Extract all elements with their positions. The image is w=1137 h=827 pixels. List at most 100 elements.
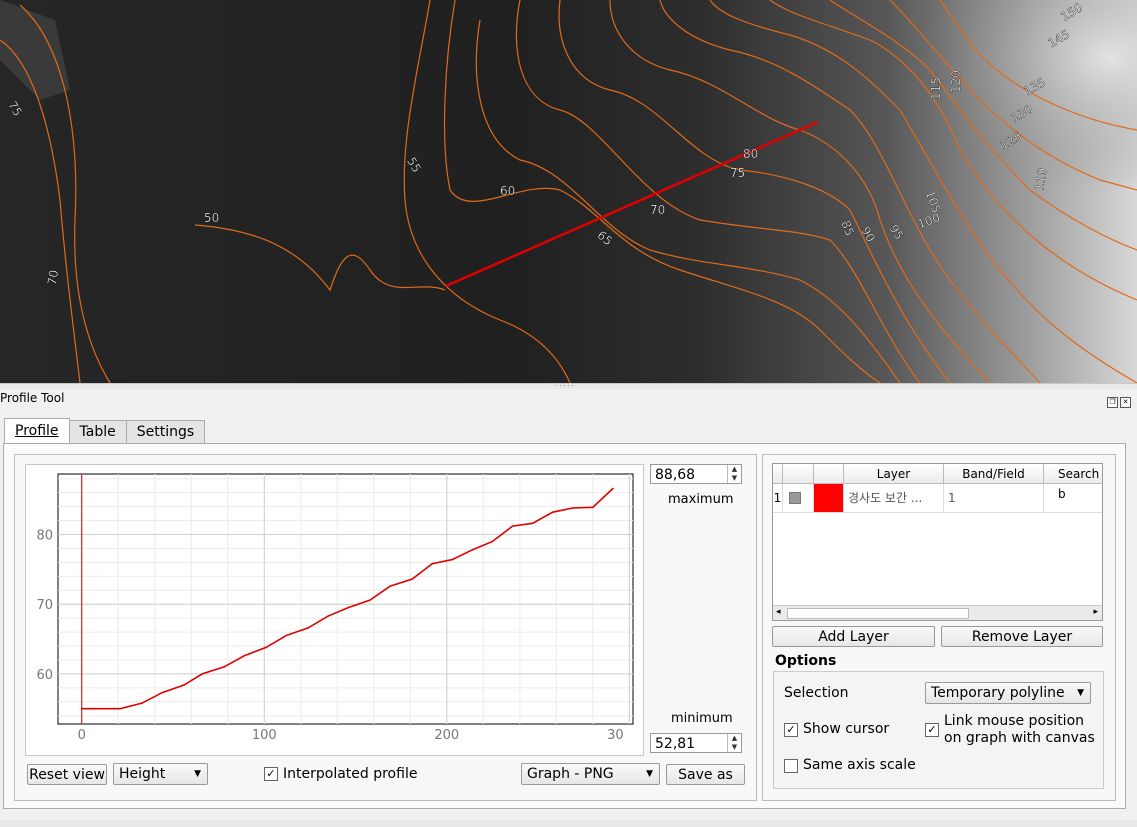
table-header-layer[interactable]: Layer [844, 464, 944, 484]
svg-text:120: 120 [949, 70, 963, 93]
profile-point [307, 627, 309, 629]
profile-point [592, 506, 594, 509]
scroll-right-icon[interactable]: ▸ [1093, 607, 1098, 617]
link-mouse-label-line1: Link mouse position [944, 713, 1085, 729]
row-layer-name: 경사도 보간 ... [844, 484, 944, 513]
interpolated-checkbox[interactable]: ✓ [264, 767, 278, 781]
svg-text:115: 115 [929, 77, 943, 100]
minimum-label: minimum [671, 711, 733, 726]
show-cursor-checkbox[interactable]: ✓ [784, 723, 798, 737]
table-header-color [814, 464, 844, 484]
svg-text:70: 70 [650, 203, 665, 217]
profile-point [511, 525, 514, 527]
row-band: 1 [944, 484, 1044, 513]
profile-point [161, 691, 163, 694]
svg-text:50: 50 [204, 211, 219, 225]
x-tick-label: 100 [252, 728, 277, 743]
chevron-down-icon: ▼ [1077, 688, 1084, 698]
row-visible-checkbox[interactable] [783, 484, 814, 513]
remove-layer-button[interactable]: Remove Layer [941, 626, 1103, 647]
link-mouse-label: Link mouse position on graph with canvas [944, 713, 1095, 747]
map-svg: 75 70 50 55 60 65 70 75 80 85 90 95 100 … [0, 0, 1137, 383]
save-as-button[interactable]: Save as [666, 764, 745, 785]
spin-arrows-icon[interactable]: ▲ ▼ [727, 734, 741, 752]
height-combo-value: Height [119, 766, 166, 782]
show-cursor-label: Show cursor [803, 721, 890, 737]
interpolated-label: Interpolated profile [283, 766, 418, 782]
profile-point [369, 599, 371, 601]
y-tick-label: 60 [36, 668, 53, 683]
profile-point [223, 666, 225, 668]
profile-point [451, 558, 454, 561]
profile-point [265, 646, 267, 649]
tab-profile[interactable]: Profile [4, 418, 70, 444]
tab-table[interactable]: Table [68, 420, 127, 444]
x-tick-label: 0 [78, 728, 86, 743]
profile-point [141, 702, 143, 704]
profile-point [571, 507, 574, 509]
link-mouse-label-line2: on graph with canvas [944, 730, 1095, 746]
selection-label: Selection [784, 685, 849, 701]
spin-arrows-icon[interactable]: ▲ ▼ [727, 465, 741, 483]
y-tick-label: 80 [36, 528, 53, 543]
scroll-left-icon[interactable]: ◂ [776, 607, 781, 617]
profile-point [431, 562, 434, 565]
float-icon[interactable]: ❐ [1107, 397, 1118, 408]
profile-point [612, 487, 614, 490]
minimum-value: 52,81 [655, 736, 696, 752]
selection-combo-value: Temporary polyline [931, 685, 1065, 701]
selection-combo[interactable]: Temporary polyline ▼ [925, 682, 1091, 704]
table-header-band[interactable]: Band/Field [944, 464, 1044, 484]
table-corner [773, 464, 783, 484]
x-tick-label: 30 [607, 728, 624, 743]
chevron-down-icon: ▼ [194, 769, 201, 779]
profile-point [551, 511, 554, 513]
layer-table[interactable]: Layer Band/Field Search b 1 경사도 보간 ... 1… [772, 463, 1103, 621]
profile-point [327, 615, 329, 617]
same-axis-checkbox[interactable] [784, 759, 798, 773]
profile-point [201, 673, 204, 675]
row-index: 1 [773, 484, 783, 513]
table-header-search[interactable]: Search b [1044, 464, 1102, 501]
maximum-value: 88,68 [655, 467, 696, 483]
profile-point [183, 684, 185, 686]
row-search [1044, 484, 1102, 513]
profile-point [119, 707, 121, 710]
add-layer-button[interactable]: Add Layer [772, 626, 935, 647]
svg-text:75: 75 [730, 166, 745, 180]
svg-text:80: 80 [743, 147, 758, 161]
scroll-thumb[interactable] [787, 608, 969, 619]
map-canvas[interactable]: 75 70 50 55 60 65 70 75 80 85 90 95 100 … [0, 0, 1137, 383]
profile-plot[interactable]: 0 100 200 30 60 70 80 [25, 464, 644, 756]
tab-settings[interactable]: Settings [125, 420, 206, 444]
minimum-spinbox[interactable]: 52,81 ▲ ▼ [650, 733, 742, 753]
options-title: Options [775, 653, 837, 669]
svg-text:70: 70 [45, 269, 61, 286]
dock-controls: ❐ ✕ [1105, 393, 1131, 408]
profile-point [347, 606, 350, 609]
status-bar [0, 820, 1137, 827]
row-color-swatch[interactable] [814, 484, 844, 513]
maximum-spinbox[interactable]: 88,68 ▲ ▼ [650, 464, 742, 484]
x-tick-label: 200 [434, 728, 459, 743]
y-tick-label: 70 [36, 598, 53, 613]
tab-profile-label: Profile [15, 423, 59, 439]
dock-title: Profile Tool [0, 391, 65, 405]
close-icon[interactable]: ✕ [1120, 397, 1131, 408]
table-header-check [783, 464, 814, 484]
profile-point [531, 522, 534, 525]
splitter-grip-icon [556, 385, 573, 386]
profile-point [389, 585, 392, 587]
profile-point [285, 634, 287, 637]
profile-chart: 0 100 200 30 60 70 80 [36, 473, 634, 743]
link-mouse-checkbox[interactable]: ✓ [925, 723, 939, 737]
profile-point [80, 707, 83, 710]
profile-point [471, 549, 474, 551]
height-combo[interactable]: Height ▼ [113, 763, 208, 785]
tab-bar: Profile Table Settings [4, 418, 206, 444]
table-horizontal-scrollbar[interactable]: ◂ ▸ [773, 605, 1102, 620]
chevron-down-icon: ▼ [646, 769, 653, 779]
plot-area [57, 473, 634, 725]
graph-format-combo[interactable]: Graph - PNG ▼ [521, 763, 660, 785]
reset-view-button[interactable]: Reset view [27, 764, 107, 785]
